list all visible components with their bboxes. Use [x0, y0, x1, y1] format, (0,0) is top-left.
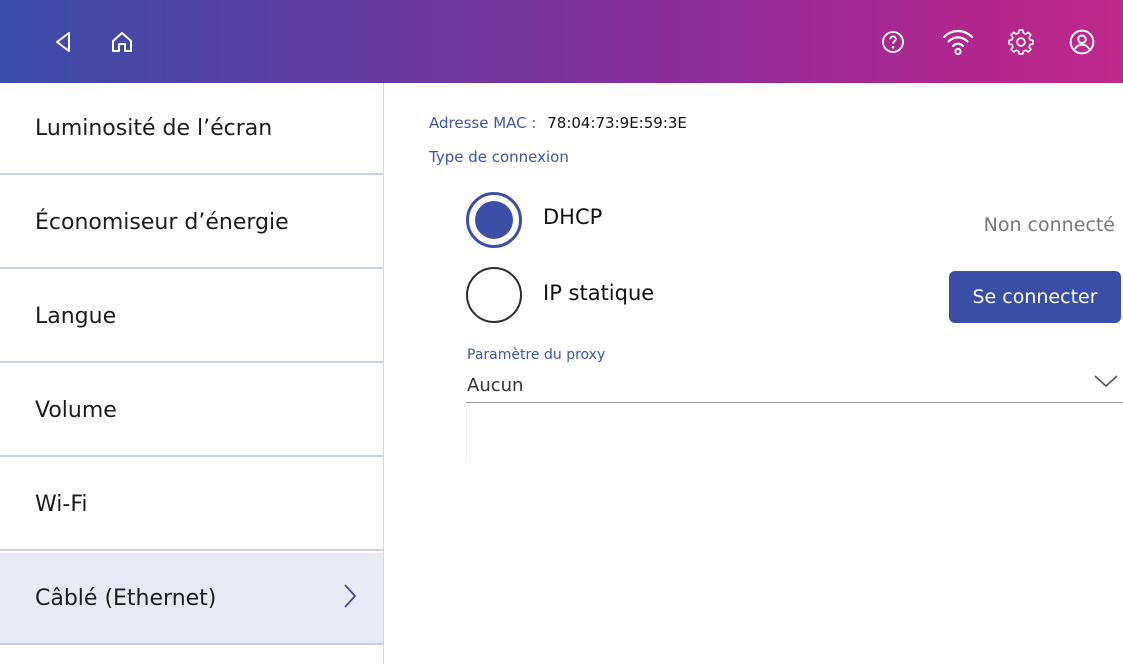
mac-address-row: Adresse MAC : 78:04:73:9E:59:3E [429, 114, 687, 132]
ethernet-settings-panel: Adresse MAC : 78:04:73:9E:59:3E Type de … [385, 83, 1123, 664]
chevron-right-icon [343, 583, 357, 615]
sidebar-item-ethernet[interactable]: Câblé (Ethernet) [0, 553, 383, 645]
proxy-setting-value: Aucun [467, 375, 524, 396]
wifi-icon[interactable] [940, 0, 976, 83]
sidebar-item-wifi[interactable]: Wi-Fi [0, 459, 383, 551]
dhcp-label: DHCP [543, 205, 603, 229]
dhcp-radio[interactable] [466, 192, 522, 248]
connection-type-label: Type de connexion [429, 148, 569, 166]
sidebar-item-label: Wi-Fi [35, 491, 88, 517]
help-icon[interactable] [878, 0, 908, 83]
proxy-setting-dropdown[interactable]: Aucun [466, 367, 1123, 403]
sidebar-item-label: Économiseur d’énergie [35, 209, 289, 235]
static-ip-radio[interactable] [466, 267, 522, 323]
mac-address-value: 78:04:73:9E:59:3E [547, 114, 687, 132]
sidebar-item-energy-saver[interactable]: Économiseur d’énergie [0, 177, 383, 269]
sidebar-item-label: Volume [35, 397, 117, 423]
back-icon[interactable] [48, 0, 78, 83]
chevron-down-icon [1093, 373, 1119, 392]
proxy-panel-edge [466, 405, 467, 461]
connect-button[interactable]: Se connecter [949, 271, 1121, 323]
sidebar-item-volume[interactable]: Volume [0, 365, 383, 457]
sidebar-item-screen-brightness[interactable]: Luminosité de l’écran [0, 83, 383, 175]
static-ip-label: IP statique [543, 281, 655, 305]
home-icon[interactable] [105, 0, 139, 83]
sidebar-item-label: Luminosité de l’écran [35, 115, 273, 141]
sidebar-item-partial [0, 647, 383, 664]
proxy-setting-label: Paramètre du proxy [467, 347, 606, 363]
mac-address-label: Adresse MAC : [429, 114, 537, 132]
sidebar-item-language[interactable]: Langue [0, 271, 383, 363]
connection-status: Non connecté [983, 214, 1115, 236]
settings-icon[interactable] [1005, 0, 1037, 83]
settings-sidebar: Luminosité de l’écran Économiseur d’éner… [0, 83, 384, 664]
top-bar [0, 0, 1123, 83]
sidebar-item-label: Langue [35, 303, 117, 329]
sidebar-item-label: Câblé (Ethernet) [35, 585, 217, 611]
account-icon[interactable] [1066, 0, 1098, 83]
